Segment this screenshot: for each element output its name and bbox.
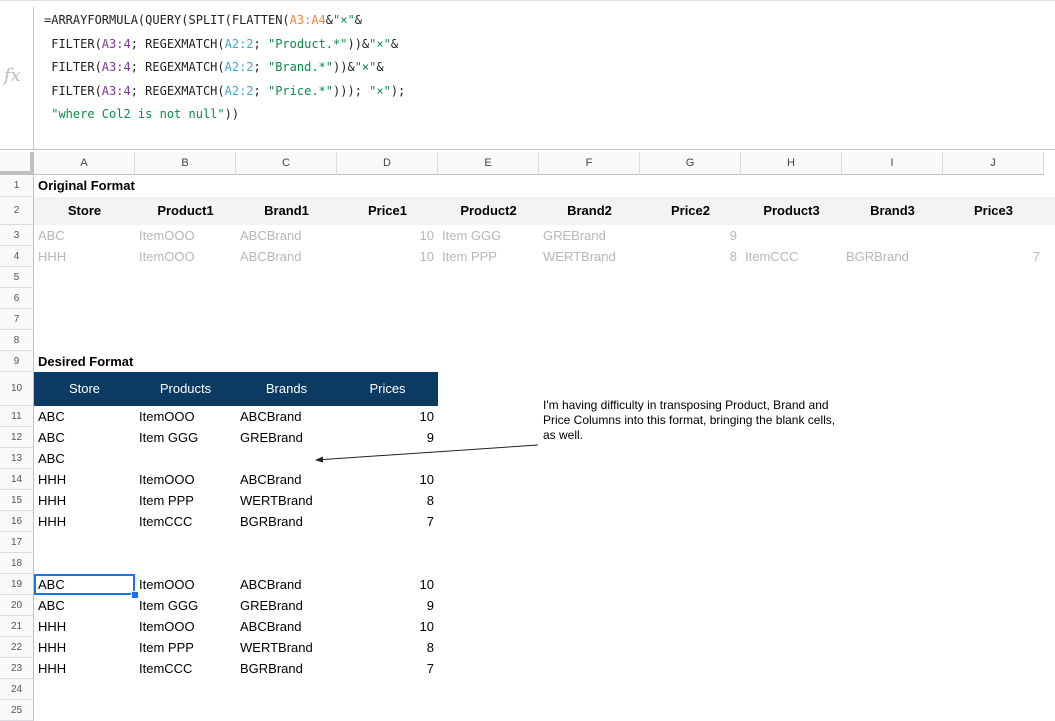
arrow-line — [315, 444, 539, 463]
annotation-arrow — [315, 444, 539, 463]
